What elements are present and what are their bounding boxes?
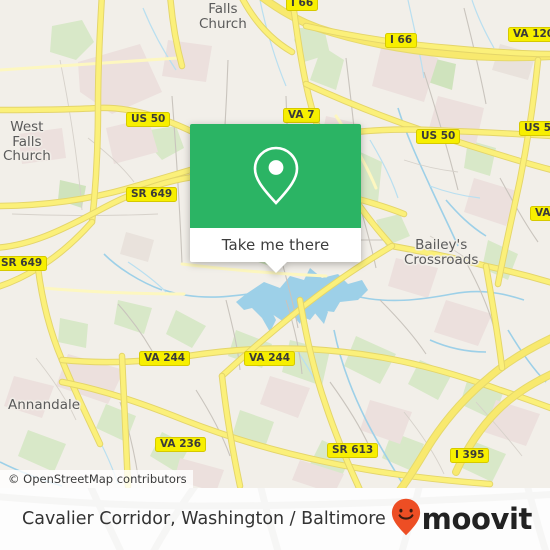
route-shield: US 5 bbox=[519, 121, 550, 136]
route-shield: VA 7 bbox=[283, 108, 320, 123]
route-shield: VA bbox=[530, 206, 550, 221]
callout-tail bbox=[264, 262, 287, 273]
map-canvas[interactable]: .land { fill:#f2efe9; } .green { fill:#d… bbox=[0, 0, 550, 488]
route-shield: VA 244 bbox=[139, 351, 191, 366]
map-pin-icon bbox=[252, 145, 300, 207]
route-shield: VA 244 bbox=[244, 351, 296, 366]
moovit-map-screenshot: .land { fill:#f2efe9; } .green { fill:#d… bbox=[0, 0, 550, 550]
osm-attribution[interactable]: © OpenStreetMap contributors bbox=[0, 470, 193, 488]
route-shield: SR 649 bbox=[126, 187, 178, 202]
route-shield: SR 613 bbox=[327, 443, 379, 458]
route-shield: VA 120 bbox=[508, 27, 550, 42]
route-shield: SR 649 bbox=[0, 256, 48, 271]
callout-action-area[interactable]: Take me there bbox=[190, 228, 361, 273]
route-shield: US 50 bbox=[416, 129, 461, 144]
take-me-there-label: Take me there bbox=[221, 236, 330, 254]
route-shield: VA 236 bbox=[155, 437, 207, 452]
moovit-wordmark: moovit bbox=[421, 502, 533, 536]
callout-icon-area bbox=[190, 124, 361, 228]
moovit-smiley-pin-icon bbox=[391, 498, 421, 541]
route-shield: I 66 bbox=[385, 33, 418, 48]
location-callout-card[interactable]: Take me there bbox=[190, 124, 361, 273]
route-shield: US 50 bbox=[126, 112, 171, 127]
route-shield: I 395 bbox=[450, 448, 490, 463]
footer-bar: Cavalier Corridor, Washington / Baltimor… bbox=[0, 488, 550, 550]
moovit-logo[interactable]: moovit bbox=[391, 488, 532, 550]
route-shield: I 66 bbox=[286, 0, 319, 11]
place-title: Cavalier Corridor, Washington / Baltimor… bbox=[22, 509, 386, 529]
